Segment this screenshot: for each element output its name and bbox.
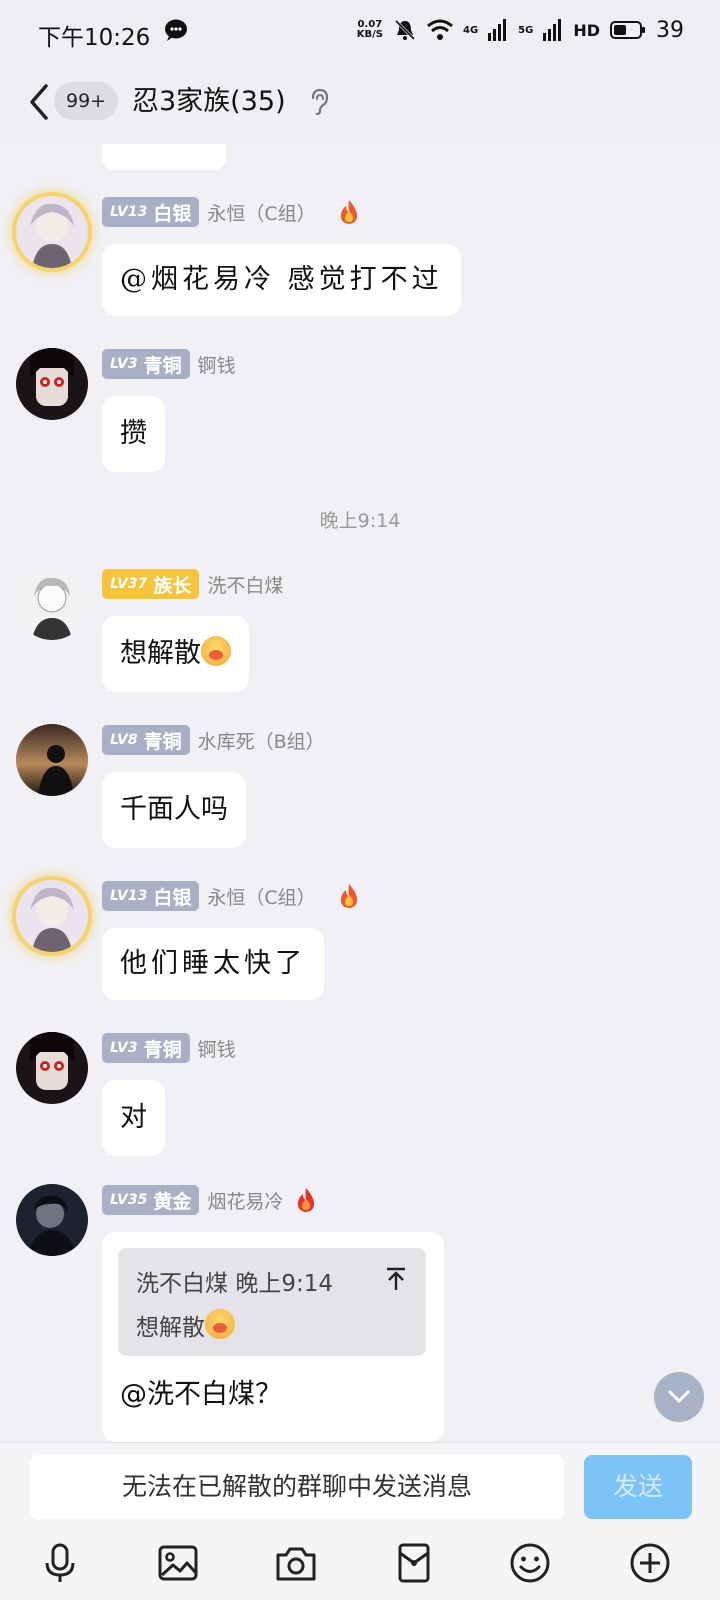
time-divider: 晚上9:14 xyxy=(319,510,401,532)
level-badge: LV8 青铜 xyxy=(102,725,190,755)
chat-title[interactable]: 忍3家族(35) xyxy=(132,82,286,122)
level-badge: LV13 白银 xyxy=(102,881,200,911)
scroll-to-bottom-button[interactable] xyxy=(654,1372,704,1422)
fire-icon xyxy=(340,200,357,224)
jump-to-top-icon[interactable] xyxy=(384,1266,408,1292)
input-toolbar xyxy=(0,1541,720,1591)
level-badge: LV37 族长 xyxy=(102,569,200,599)
fire-icon xyxy=(340,884,357,908)
sender-name[interactable]: 水库死（B组） xyxy=(198,727,325,754)
quote-text: 想解散 xyxy=(136,1308,235,1342)
red-packet-icon[interactable] xyxy=(392,1541,436,1585)
avatar[interactable] xyxy=(16,568,88,640)
message-bubble[interactable]: @烟花易冷 感觉打不过 xyxy=(102,244,461,316)
avatar[interactable] xyxy=(16,880,88,952)
emoji-icon[interactable] xyxy=(508,1541,552,1585)
level-badge: LV35 黄金 xyxy=(102,1185,200,1215)
message-bubble[interactable]: 千面人吗 xyxy=(102,772,246,848)
ear-icon[interactable] xyxy=(308,88,330,116)
mute-icon xyxy=(394,19,416,41)
avatar[interactable] xyxy=(16,196,88,268)
message-bubble[interactable]: 对 xyxy=(102,1080,165,1156)
battery-icon xyxy=(610,21,645,39)
input-bar: 无法在已解散的群聊中发送消息 发送 xyxy=(0,1442,720,1600)
signal-icon xyxy=(488,19,507,41)
message-meta: LV3 青铜 锕钱 xyxy=(102,1032,236,1064)
message-meta: LV13 白银 永恒（C组） xyxy=(102,880,360,912)
message-list[interactable]: LV13 白银 永恒（C组） @烟花易冷 感觉打不过 LV3 青铜 锕钱 攒 晚… xyxy=(0,144,720,1442)
avatar[interactable] xyxy=(16,1032,88,1104)
message-bubble[interactable]: 攒 xyxy=(102,396,165,472)
status-time: 下午10:26 xyxy=(38,25,151,51)
signal-1-label: 4G xyxy=(462,24,479,36)
unread-badge[interactable]: 99+ xyxy=(54,82,119,120)
emoji-icon xyxy=(205,1309,235,1339)
chevron-down-icon xyxy=(668,1390,690,1403)
avatar[interactable] xyxy=(16,724,88,796)
image-icon[interactable] xyxy=(156,1541,200,1585)
level-badge: LV13 白银 xyxy=(102,197,200,227)
status-bar: 下午10:26 0.07 KB/S 4G 5G HD 39 xyxy=(0,0,720,62)
partial-message-bubble xyxy=(102,144,226,170)
sender-name[interactable]: 洗不白煤 xyxy=(207,571,283,598)
level-badge: LV3 青铜 xyxy=(102,1033,190,1063)
message-bubble[interactable]: 他们睡太快了 xyxy=(102,928,324,1000)
avatar[interactable] xyxy=(16,348,88,420)
hd-label: HD xyxy=(573,20,600,40)
signal-icon xyxy=(543,19,562,41)
net-speed: 0.07 KB/S xyxy=(356,19,383,40)
battery-level: 39 xyxy=(656,17,684,43)
fire-icon xyxy=(298,1188,315,1212)
message-meta: LV13 白银 永恒（C组） xyxy=(102,196,360,228)
message-meta: LV35 黄金 烟花易冷 xyxy=(102,1184,317,1216)
status-icons: 0.07 KB/S 4G 5G HD 39 xyxy=(357,16,684,44)
plus-icon[interactable] xyxy=(628,1541,672,1585)
message-meta: LV37 族长 洗不白煤 xyxy=(102,568,283,600)
reply-text: @洗不白煤？ xyxy=(120,1379,282,1410)
emoji-icon xyxy=(201,636,231,666)
message-meta: LV8 青铜 水库死（B组） xyxy=(102,724,325,756)
send-button[interactable]: 发送 xyxy=(584,1455,692,1519)
sender-name[interactable]: 永恒（C组） xyxy=(207,199,315,226)
avatar[interactable] xyxy=(16,1184,88,1256)
sender-name[interactable]: 锕钱 xyxy=(198,1035,236,1062)
sender-name[interactable]: 锕钱 xyxy=(198,351,236,378)
level-badge: LV3 青铜 xyxy=(102,349,190,379)
message-input[interactable]: 无法在已解散的群聊中发送消息 xyxy=(30,1455,564,1519)
message-meta: LV3 青铜 锕钱 xyxy=(102,348,236,380)
microphone-icon[interactable] xyxy=(38,1541,82,1585)
chat-bubble-icon xyxy=(165,19,187,41)
reply-message-bubble[interactable]: 洗不白煤 晚上9:14 想解散 @洗不白煤？ xyxy=(102,1232,444,1442)
quote-header: 洗不白煤 晚上9:14 xyxy=(136,1271,333,1297)
signal-2-label: 5G xyxy=(518,24,534,36)
sender-name[interactable]: 烟花易冷 xyxy=(207,1187,283,1214)
sender-name[interactable]: 永恒（C组） xyxy=(207,883,315,910)
chat-header: 99+ 忍3家族(35) xyxy=(0,62,720,144)
quoted-message[interactable]: 洗不白煤 晚上9:14 想解散 xyxy=(118,1248,426,1356)
camera-icon[interactable] xyxy=(274,1541,318,1585)
wifi-icon xyxy=(427,19,453,40)
back-icon[interactable] xyxy=(24,80,54,124)
message-bubble[interactable]: 想解散 xyxy=(102,616,249,692)
